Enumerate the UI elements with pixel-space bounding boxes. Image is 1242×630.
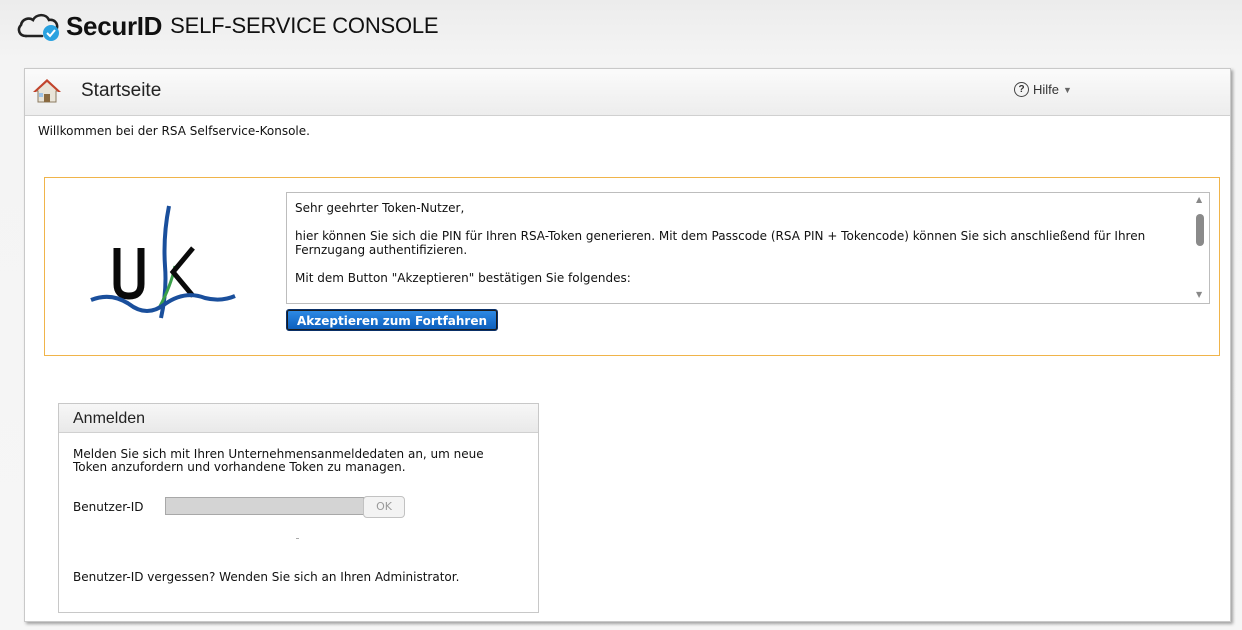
login-description: Melden Sie sich mit Ihren Unternehmensan… xyxy=(73,447,484,474)
user-id-label: Benutzer-ID xyxy=(73,500,144,514)
user-id-input[interactable] xyxy=(165,497,364,515)
forgot-user-id-text: Benutzer-ID vergessen? Wenden Sie sich a… xyxy=(73,570,460,584)
uk-logo xyxy=(90,205,236,319)
cloud-check-icon xyxy=(17,13,59,41)
login-panel: Anmelden Melden Sie sich mit Ihren Unter… xyxy=(58,403,539,613)
scroll-thumb[interactable] xyxy=(1196,214,1204,246)
accept-button[interactable]: Akzeptieren zum Fortfahren xyxy=(286,309,499,331)
home-icon[interactable] xyxy=(33,78,61,104)
welcome-text: Willkommen bei der RSA Selfservice-Konso… xyxy=(38,124,310,138)
scrollbar[interactable]: ▲ ▼ xyxy=(1191,193,1209,303)
login-title: Anmelden xyxy=(73,410,146,427)
consent-paragraph: hier können Sie sich die PIN für Ihren R… xyxy=(295,229,1146,257)
consent-box: Sehr geehrter Token-Nutzer, hier können … xyxy=(44,177,1220,356)
consent-message-box[interactable]: Sehr geehrter Token-Nutzer, hier können … xyxy=(286,192,1210,304)
brand-subtitle: SELF-SERVICE CONSOLE xyxy=(170,13,439,38)
page-header: Startseite ? Hilfe ▼ xyxy=(25,69,1230,116)
consent-paragraph-2: Mit dem Button "Akzeptieren" bestätigen … xyxy=(295,271,631,285)
page-title: Startseite xyxy=(81,80,162,101)
ok-button[interactable]: OK xyxy=(363,496,405,518)
scroll-down-icon[interactable]: ▼ xyxy=(1196,290,1202,299)
login-header: Anmelden xyxy=(59,404,538,433)
brand-header: SecurID SELF-SERVICE CONSOLE xyxy=(16,6,439,46)
help-label: Hilfe xyxy=(1033,82,1060,97)
scroll-up-icon[interactable]: ▲ xyxy=(1196,195,1202,204)
consent-greeting: Sehr geehrter Token-Nutzer, xyxy=(295,201,465,215)
main-panel: Startseite ? Hilfe ▼ Willkommen bei der … xyxy=(24,68,1231,622)
brand-name: SecurID xyxy=(66,10,163,41)
consent-message: Sehr geehrter Token-Nutzer, hier können … xyxy=(295,201,1175,299)
question-circle-icon: ? xyxy=(1014,82,1029,97)
chevron-down-icon: ▼ xyxy=(1063,84,1072,95)
divider xyxy=(296,538,299,539)
help-menu[interactable]: ? Hilfe ▼ xyxy=(1014,82,1072,97)
